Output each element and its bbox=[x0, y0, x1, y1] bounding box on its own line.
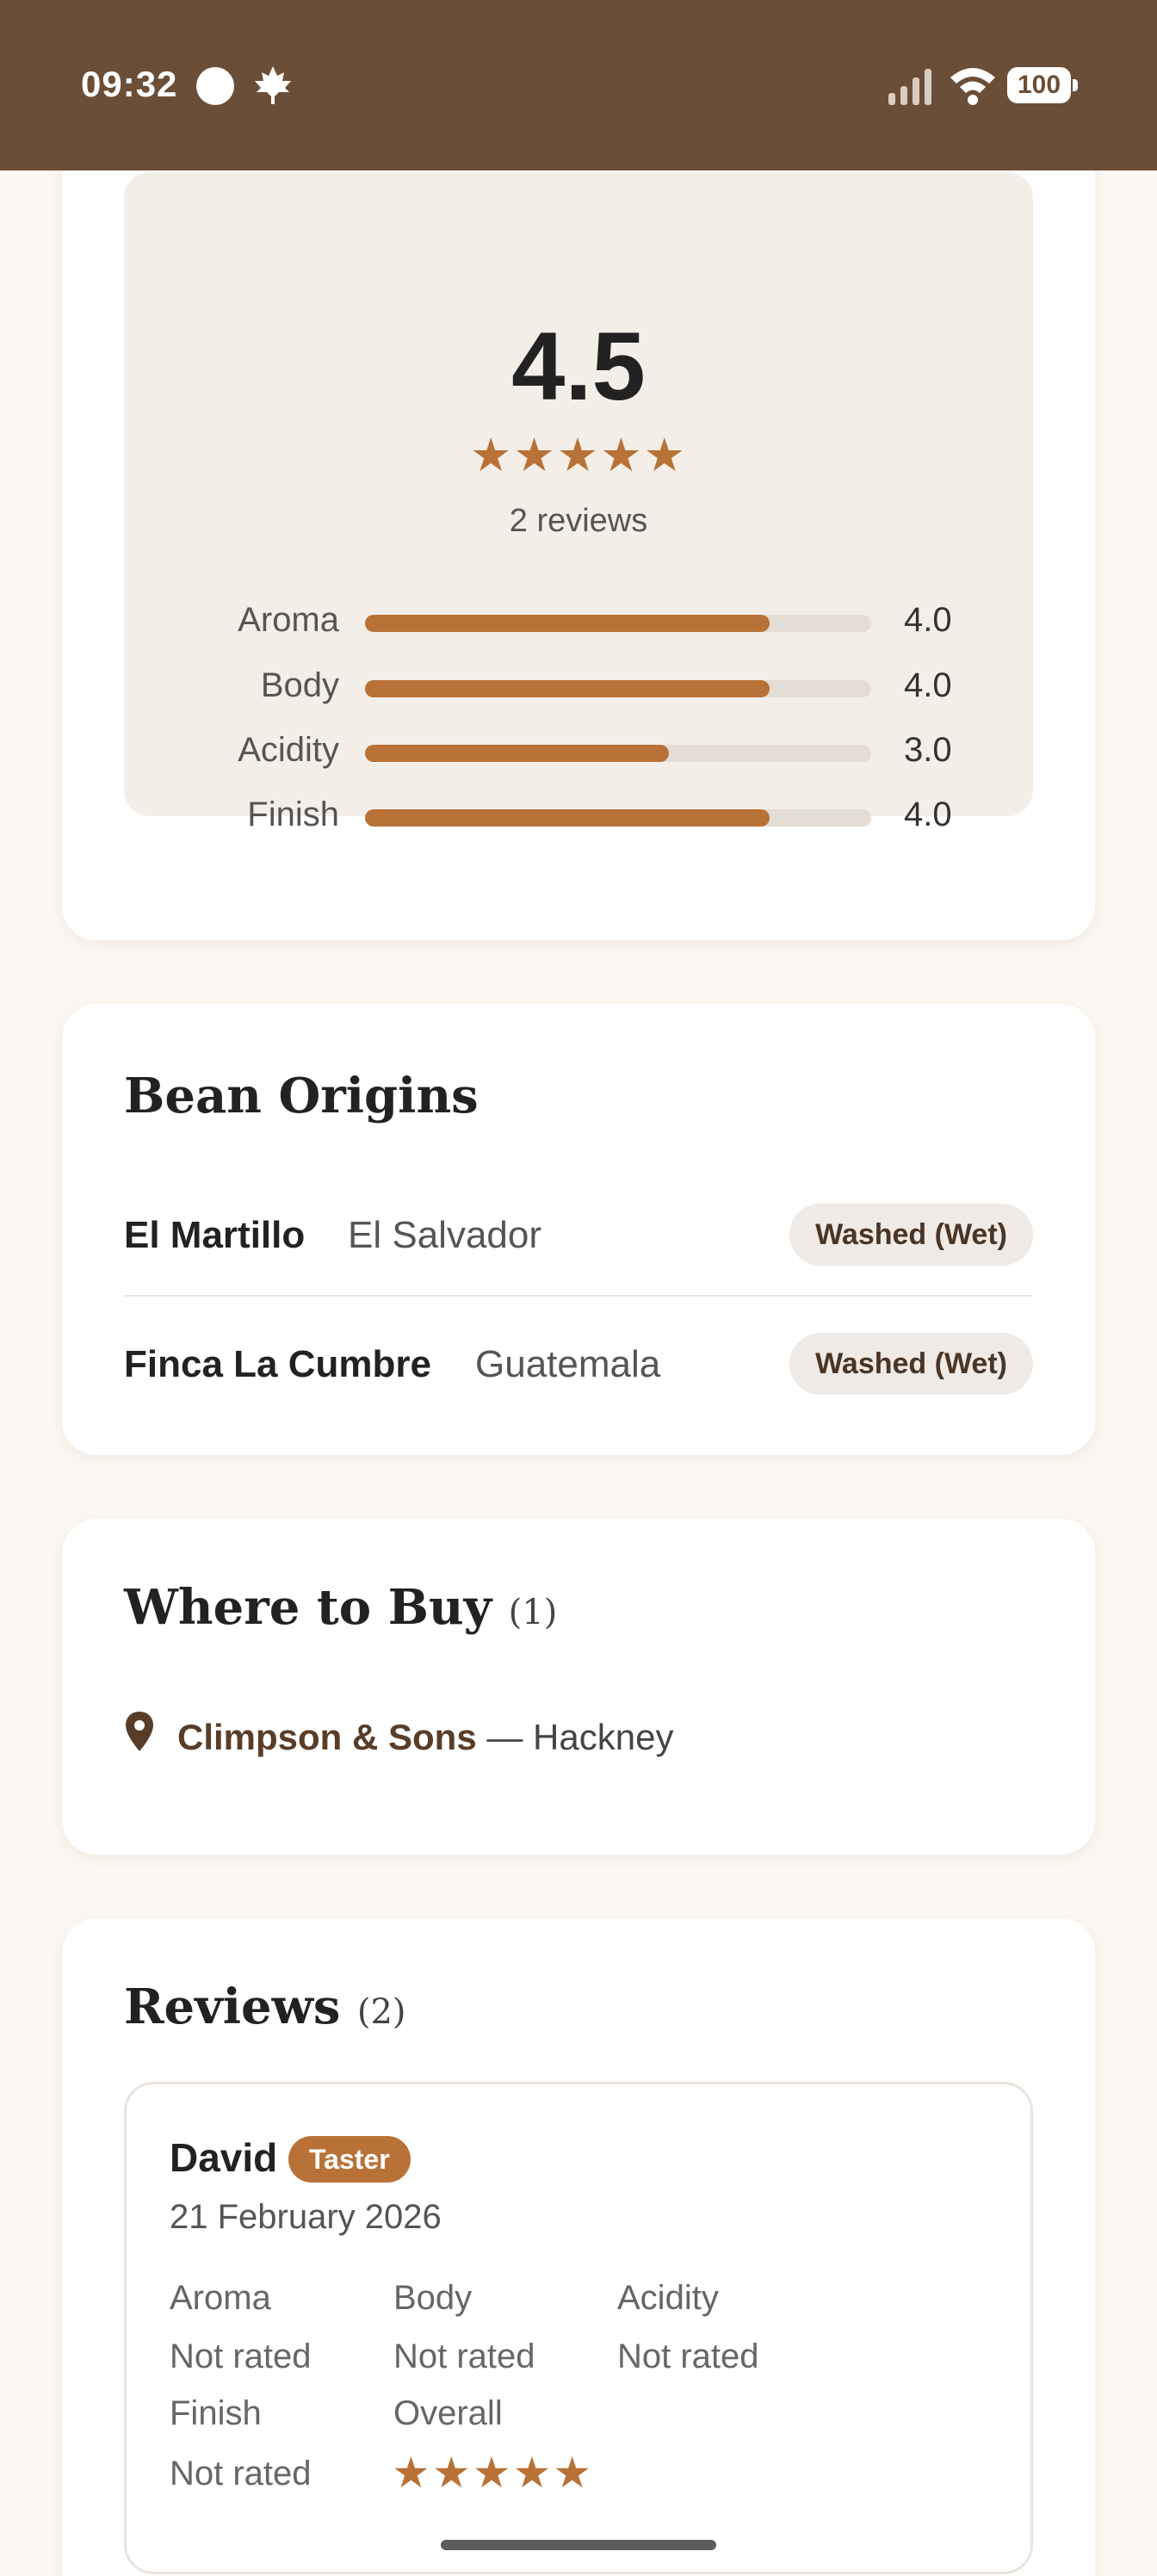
review-aroma-value: Not rated bbox=[170, 2338, 312, 2375]
divider bbox=[124, 1295, 1033, 1297]
attribute-label: Aroma bbox=[238, 601, 339, 639]
attribute-bar bbox=[365, 680, 871, 697]
attribute-row-finish: Finish 4.0 bbox=[124, 789, 1033, 840]
reviewer-name: David bbox=[170, 2135, 278, 2180]
status-bar: 09:32 100 bbox=[0, 0, 1157, 170]
battery-icon: 100 bbox=[1007, 67, 1078, 103]
attribute-value: 3.0 bbox=[904, 731, 952, 769]
process-badge: Washed (Wet) bbox=[789, 1204, 1033, 1266]
review-date: 21 February 2026 bbox=[170, 2198, 442, 2236]
attribute-row-acidity: Acidity 3.0 bbox=[124, 724, 1033, 776]
review-acidity-label: Acidity bbox=[617, 2279, 719, 2317]
wifi-icon bbox=[950, 68, 995, 105]
attribute-bar-fill bbox=[365, 809, 770, 827]
section-title: Reviews (2) bbox=[124, 1978, 406, 2035]
review-body-label: Body bbox=[393, 2279, 473, 2317]
attribute-bar-fill bbox=[365, 745, 669, 762]
origin-country: El Salvador bbox=[348, 1214, 542, 1256]
section-count: (1) bbox=[508, 1593, 558, 1632]
attribute-row-aroma: Aroma 4.0 bbox=[124, 594, 1033, 646]
review-acidity-value: Not rated bbox=[617, 2338, 759, 2375]
review-finish-label: Finish bbox=[170, 2394, 262, 2432]
attribute-bar-fill bbox=[365, 615, 770, 632]
origin-farm: Finca La Cumbre bbox=[124, 1343, 431, 1385]
average-rating: 4.5 bbox=[511, 313, 646, 420]
reviewer-badge: Taster bbox=[288, 2136, 411, 2183]
home-indicator[interactable] bbox=[441, 2540, 716, 2550]
section-title-text: Where to Buy bbox=[124, 1579, 492, 1636]
attribute-row-body: Body 4.0 bbox=[124, 659, 1033, 711]
attribute-value: 4.0 bbox=[904, 666, 952, 704]
review-count: 2 reviews bbox=[509, 503, 648, 539]
circle-icon bbox=[196, 67, 234, 105]
origin-row: Finca La Cumbre Guatemala Washed (Wet) bbox=[124, 1328, 1033, 1396]
bean-origins-card: Bean Origins El Martillo El Salvador Was… bbox=[62, 1004, 1095, 1455]
review-aroma-label: Aroma bbox=[170, 2279, 271, 2317]
review-item: David Taster 21 February 2026 Aroma Body… bbox=[124, 2082, 1033, 2574]
average-rating-stars: ★★★★★ bbox=[469, 430, 688, 481]
review-body-value: Not rated bbox=[393, 2338, 535, 2375]
review-finish-value: Not rated bbox=[170, 2455, 312, 2492]
origin-row: El Martillo El Salvador Washed (Wet) bbox=[124, 1198, 1033, 1267]
attribute-bar-fill bbox=[365, 680, 770, 697]
attribute-bar bbox=[365, 809, 871, 827]
origin-farm: El Martillo bbox=[124, 1214, 306, 1256]
signal-icon bbox=[888, 69, 931, 105]
screen: 09:32 100 4.5 ★★★★★ 2 reviews Aroma 4.0 bbox=[0, 0, 1157, 2576]
attribute-bar bbox=[365, 745, 871, 762]
rating-panel: 4.5 ★★★★★ 2 reviews Aroma 4.0 Body 4.0 A… bbox=[124, 172, 1033, 833]
attribute-value: 4.0 bbox=[904, 796, 952, 833]
section-title-text: Reviews bbox=[124, 1978, 341, 2035]
status-time: 09:32 bbox=[81, 64, 178, 104]
section-count: (2) bbox=[356, 1992, 406, 2032]
shop-location: — Hackney bbox=[476, 1717, 674, 1757]
section-title: Bean Origins bbox=[124, 1068, 479, 1124]
attribute-label: Finish bbox=[247, 796, 339, 833]
shop-link[interactable]: Climpson & Sons — Hackney bbox=[177, 1717, 673, 1758]
attribute-label: Body bbox=[260, 666, 339, 704]
process-badge: Washed (Wet) bbox=[789, 1333, 1033, 1395]
where-to-buy-card: Where to Buy (1) bbox=[62, 1519, 1095, 1855]
origin-country: Guatemala bbox=[475, 1343, 661, 1385]
attribute-value: 4.0 bbox=[904, 601, 952, 639]
rating-summary-card: 4.5 ★★★★★ 2 reviews Aroma 4.0 Body 4.0 A… bbox=[62, 86, 1095, 940]
maple-leaf-icon bbox=[255, 66, 291, 104]
section-title: Where to Buy (1) bbox=[124, 1579, 557, 1636]
location-pin-icon bbox=[126, 1712, 153, 1751]
review-overall-label: Overall bbox=[393, 2394, 503, 2432]
shop-name[interactable]: Climpson & Sons bbox=[177, 1717, 477, 1757]
review-overall-stars: ★★★★★ bbox=[392, 2449, 594, 2497]
attribute-label: Acidity bbox=[238, 731, 339, 769]
attribute-bar bbox=[365, 615, 871, 632]
